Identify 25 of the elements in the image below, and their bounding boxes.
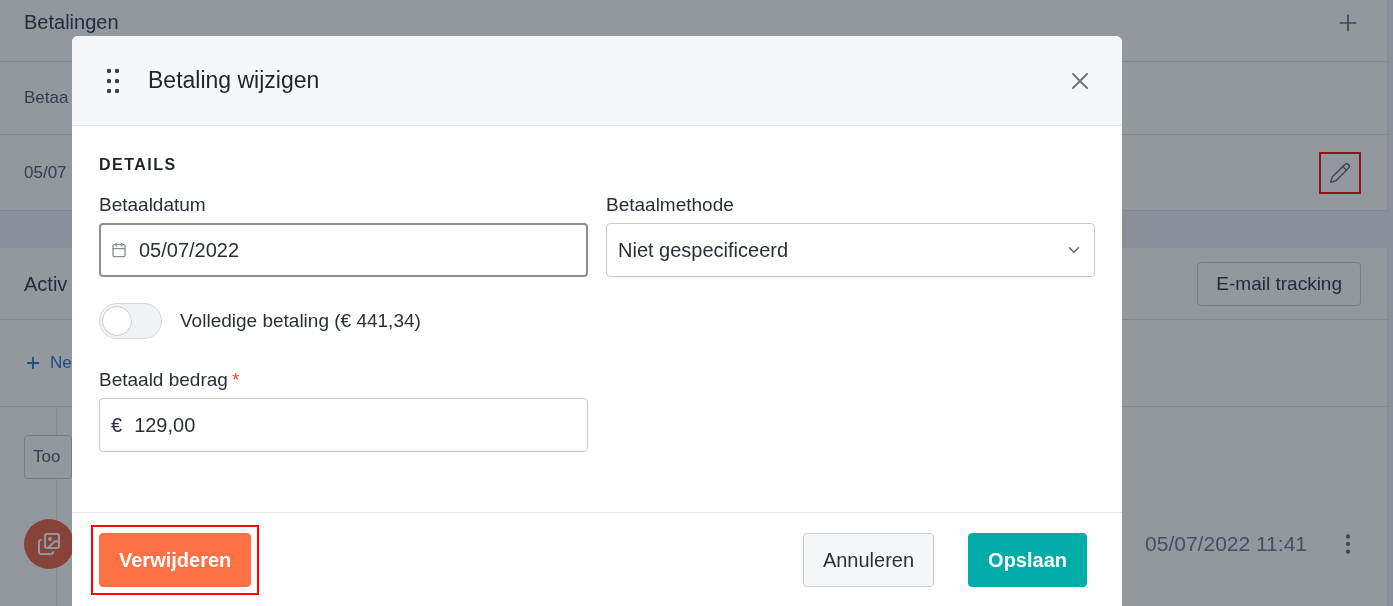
section-heading: DETAILS	[99, 156, 178, 174]
date-field[interactable]: 05/07/2022	[99, 223, 588, 277]
primary-button[interactable]: Opslaan	[968, 533, 1087, 587]
calendar-icon	[111, 242, 127, 258]
amount-field[interactable]: € 129,00	[99, 398, 588, 452]
edit-icon[interactable]	[1329, 161, 1351, 184]
table-cell: 05/07	[24, 162, 67, 183]
danger-button[interactable]: Verwijderen	[99, 533, 252, 587]
toggle-switch[interactable]	[99, 303, 162, 339]
secondary-button[interactable]: Annuleren	[802, 533, 935, 587]
select-field[interactable]: Niet gespecificeerd	[606, 223, 1095, 277]
field-label: Betaalmethode	[606, 194, 735, 216]
filter-dropdown[interactable]: Too	[24, 435, 72, 479]
column-header: Betaa	[24, 88, 69, 108]
field-label: Betaald bedrag *	[99, 369, 241, 391]
field-label: Betaaldatum	[99, 194, 207, 216]
new-activity-link[interactable]: Ne	[50, 353, 72, 373]
plus-icon[interactable]	[24, 354, 42, 372]
activity-timestamp: 05/07/2022 11:41	[1145, 532, 1307, 556]
toggle-label: Volledige betaling (€ 441,34)	[180, 310, 421, 332]
email-tracking-button[interactable]: E-mail tracking	[1197, 261, 1361, 306]
section-title: Betalingen	[24, 10, 119, 34]
drag-handle-icon[interactable]	[106, 67, 120, 94]
section-title: Activ	[24, 271, 68, 296]
dialog-title: Betaling wijzigen	[148, 67, 321, 94]
